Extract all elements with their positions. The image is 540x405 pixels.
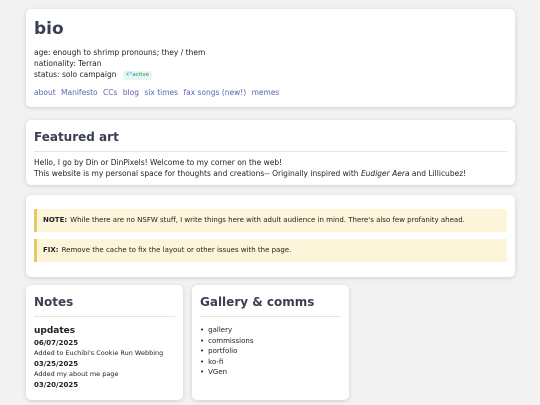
gallery-item-commissions[interactable]: commissions [200,336,341,347]
gallery-item-vgen[interactable]: VGen [200,367,341,378]
nav-links: about Manifesto CCs blog six times fax s… [34,87,507,98]
note-text: While there are no NSFW stuff, I write t… [70,216,465,224]
status-badge: 💎active [122,70,153,80]
gallery-card: Gallery & comms gallery commissions port… [192,285,349,400]
note-entry: Added to Euchibi's Cookie Run Webbing [34,349,164,357]
bio-card: bio age: enough to shrimp pronouns; they… [26,9,515,107]
nav-link-about[interactable]: about [34,88,56,97]
notes-subtitle: updates [34,326,76,336]
featured-line-2: This website is my personal space for th… [34,168,507,179]
fix-text: Remove the cache to fix the layout or ot… [61,246,292,254]
status-label: status: solo campaign [34,70,117,79]
nav-link-ccs[interactable]: CCs [103,88,117,97]
gallery-list: gallery commissions portfolio ko-fi VGen [200,325,341,378]
nav-link-fax-songs[interactable]: fax songs (new!) [183,88,246,97]
note-date: 03/20/2025 [34,381,79,389]
nav-link-manifesto[interactable]: Manifesto [61,88,98,97]
gallery-title: Gallery & comms [200,295,341,317]
notice-card: NOTE: While there are no NSFW stuff, I wr… [26,195,515,277]
fix-label: FIX: [43,246,59,254]
nationality-line: nationality: Terran [34,59,102,68]
featured-line-2-prefix: This website is my personal space for th… [34,169,361,178]
age-line: age: enough to shrimp pronouns; they / t… [34,48,206,57]
nav-link-blog[interactable]: blog [123,88,139,97]
nav-link-six-times[interactable]: six times [144,88,178,97]
featured-title: Featured art [34,130,507,152]
featured-line-2-suffix: and Lillicubez! [409,169,467,178]
gallery-item-portfolio[interactable]: portfolio [200,346,341,357]
gallery-item-gallery[interactable]: gallery [200,325,341,336]
featured-card: Featured art Hello, I go by Din or DinPi… [26,120,515,185]
nav-link-memes[interactable]: memes [252,88,280,97]
note-notice: NOTE: While there are no NSFW stuff, I wr… [34,209,507,232]
notes-title: Notes [34,295,175,317]
featured-line-1: Hello, I go by Din or DinPixels! Welcome… [34,158,283,167]
bio-title: bio [34,19,64,39]
note-entry: Added my about me page [34,370,119,378]
notes-card: Notes updates 06/07/2025 Added to Euchib… [26,285,183,400]
note-label: NOTE: [43,216,68,224]
status-line: status: solo campaign 💎active [34,69,507,80]
note-date: 03/25/2025 [34,360,79,368]
featured-text: Hello, I go by Din or DinPixels! Welcome… [34,157,507,179]
fix-notice: FIX: Remove the cache to fix the layout o… [34,239,507,262]
gallery-item-ko-fi[interactable]: ko-fi [200,357,341,368]
note-date: 06/07/2025 [34,339,79,347]
featured-line-2-em: Eudiger Aera [360,169,410,178]
